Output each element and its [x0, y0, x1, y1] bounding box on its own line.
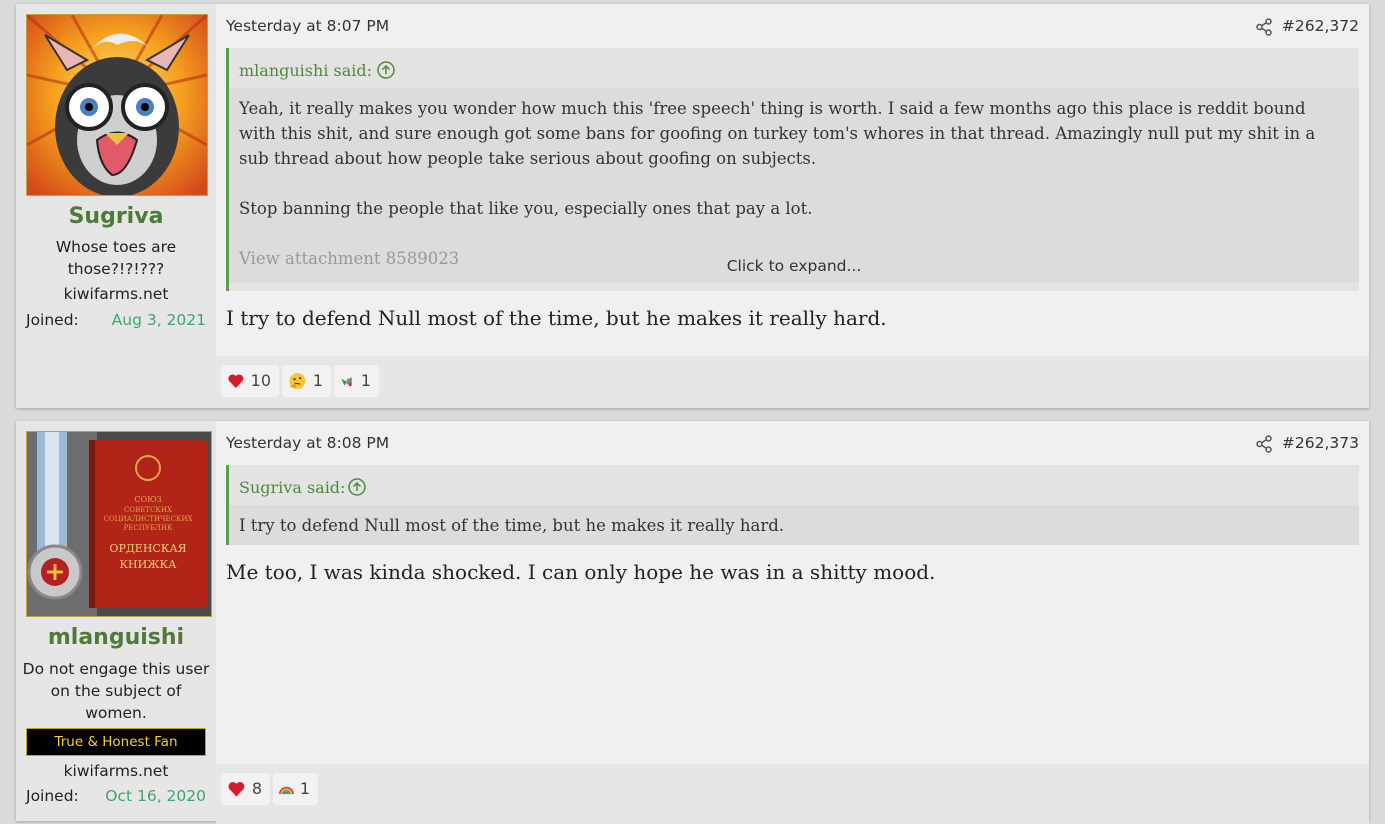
joined-label: Joined:	[26, 787, 79, 805]
quote-content: Yeah, it really makes you wonder how muc…	[229, 88, 1359, 283]
reaction-count: 10	[250, 371, 271, 390]
user-site: kiwifarms.net	[63, 762, 169, 780]
megaphone-icon	[341, 377, 352, 387]
svg-text:ОРДЕНСКАЯ: ОРДЕНСКАЯ	[109, 542, 186, 555]
username[interactable]: Sugriva	[16, 204, 216, 229]
reaction-heart[interactable]: 8	[221, 773, 270, 805]
click-to-expand[interactable]: Click to expand...	[229, 254, 1359, 279]
reaction-count: 1	[312, 371, 323, 390]
username[interactable]: mlanguishi	[16, 625, 216, 650]
user-title: Whose toes are those?!?!???	[55, 238, 177, 278]
post-262372: Sugriva Whose toes are those?!?!??? kiwi…	[16, 4, 1369, 408]
avatar[interactable]	[26, 14, 208, 196]
reaction-heart[interactable]: 10	[221, 365, 279, 397]
thinking-face-icon	[289, 373, 306, 389]
user-info: СОЮЗ СОВЕТСКИХ СОЦИАЛИСТИЧЕСКИХ РЕСПУБЛИ…	[16, 421, 216, 821]
post-main: Yesterday at 8:08 PM #262,373 Sugriva sa…	[216, 421, 1369, 824]
quote-author[interactable]: Sugriva said:	[239, 478, 345, 497]
reaction-thinking[interactable]: 1	[282, 365, 331, 397]
heart-icon	[228, 374, 244, 389]
svg-text:СОЦИАЛИСТИЧЕСКИХ: СОЦИАЛИСТИЧЕСКИХ	[103, 515, 192, 523]
heart-icon	[228, 782, 245, 797]
go-to-quote-icon[interactable]	[376, 60, 396, 80]
order-book-avatar-image: СОЮЗ СОВЕТСКИХ СОЦИАЛИСТИЧЕСКИХ РЕСПУБЛИ…	[27, 432, 211, 616]
reaction-rainbow[interactable]: 1	[273, 773, 318, 805]
reaction-count: 1	[360, 371, 371, 390]
joined-label: Joined:	[26, 311, 79, 329]
user-info: Sugriva Whose toes are those?!?!??? kiwi…	[16, 4, 216, 408]
quote-block: mlanguishi said: Yeah, it really makes y…	[226, 48, 1359, 291]
post-date[interactable]: Yesterday at 8:08 PM	[226, 434, 389, 452]
quote-paragraph: Yeah, it really makes you wonder how muc…	[239, 99, 1316, 168]
user-title: Do not engage this user on the subject o…	[22, 660, 210, 722]
user-site: kiwifarms.net	[63, 285, 169, 303]
go-to-quote-icon[interactable]	[347, 477, 367, 497]
quote-content: I try to defend Null most of the time, b…	[229, 505, 1359, 545]
svg-text:СОЮЗ: СОЮЗ	[134, 495, 161, 504]
reaction-count: 8	[251, 779, 262, 798]
reaction-megaphone[interactable]: 1	[334, 365, 379, 397]
quote-paragraph: I try to defend Null most of the time, b…	[239, 516, 785, 535]
post-message: I try to defend Null most of the time, b…	[226, 306, 887, 330]
user-banner: True & Honest Fan	[26, 728, 206, 756]
quote-author[interactable]: mlanguishi said:	[239, 61, 372, 80]
quote-header: mlanguishi said:	[229, 48, 1359, 88]
joined-date: Oct 16, 2020	[105, 787, 206, 805]
joined-date: Aug 3, 2021	[111, 311, 206, 329]
share-icon[interactable]	[1255, 18, 1273, 36]
reactions-bar: 10 1 1	[216, 356, 1369, 408]
avatar[interactable]: СОЮЗ СОВЕТСКИХ СОЦИАЛИСТИЧЕСКИХ РЕСПУБЛИ…	[26, 431, 212, 617]
svg-text:СОВЕТСКИХ: СОВЕТСКИХ	[124, 506, 172, 514]
quote-block: Sugriva said: I try to defend Null most …	[226, 465, 1359, 545]
svg-text:РЕСПУБЛИК: РЕСПУБЛИК	[124, 524, 173, 532]
reactions-bar: 8 1	[216, 764, 1369, 824]
post-main: Yesterday at 8:07 PM #262,372 mlanguishi…	[216, 4, 1369, 408]
svg-text:КНИЖКА: КНИЖКА	[120, 558, 178, 571]
post-message: Me too, I was kinda shocked. I can only …	[226, 560, 936, 584]
rainbow-icon	[279, 786, 294, 795]
reaction-count: 1	[299, 779, 310, 798]
quote-header: Sugriva said:	[229, 465, 1359, 505]
post-number[interactable]: #262,372	[1282, 17, 1359, 35]
post-number[interactable]: #262,373	[1282, 434, 1359, 452]
post-date[interactable]: Yesterday at 8:07 PM	[226, 17, 389, 35]
share-icon[interactable]	[1255, 435, 1273, 453]
post-262373: СОЮЗ СОВЕТСКИХ СОЦИАЛИСТИЧЕСКИХ РЕСПУБЛИ…	[16, 421, 1369, 824]
quote-paragraph: Stop banning the people that like you, e…	[239, 199, 813, 218]
furby-avatar-image	[27, 15, 207, 195]
